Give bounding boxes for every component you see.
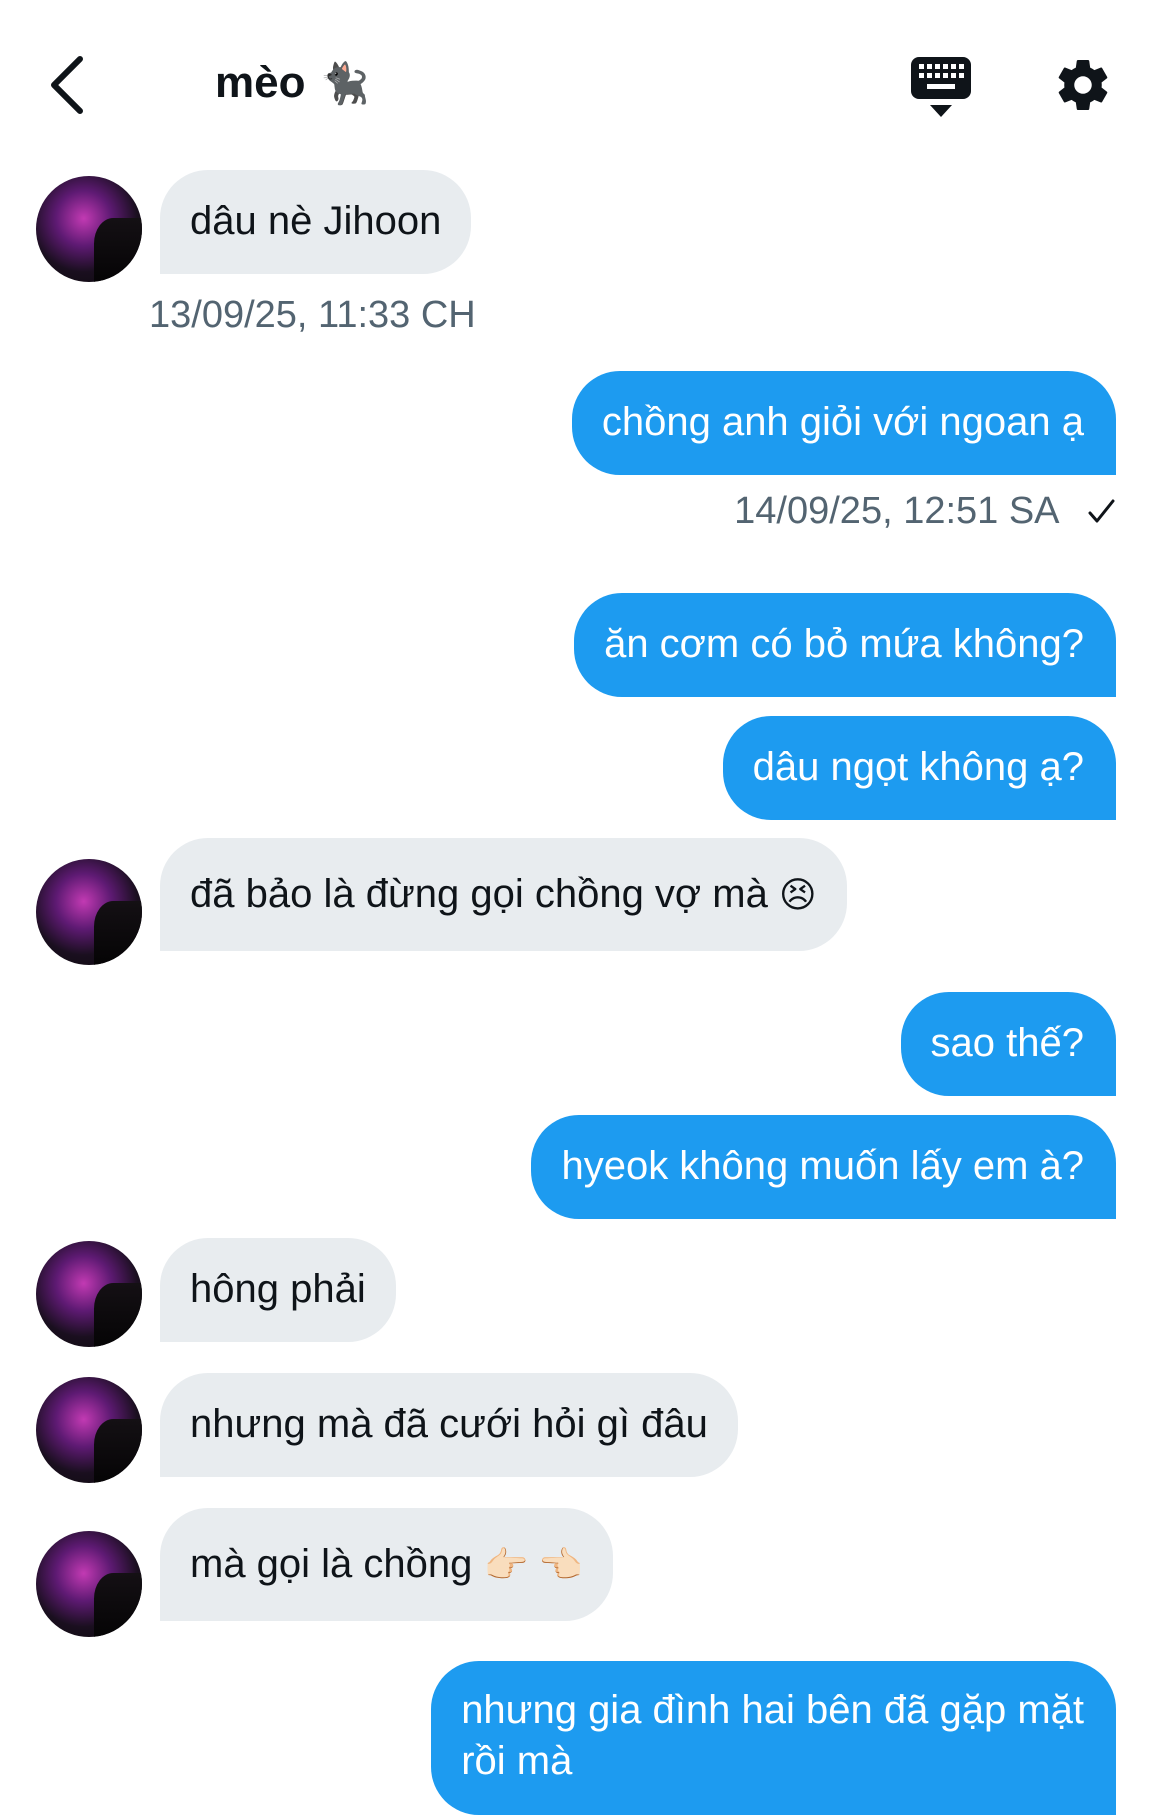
timestamp-text: 14/09/25, 12:51 SA: [734, 490, 1058, 532]
avatar[interactable]: [36, 1241, 142, 1347]
back-button[interactable]: [38, 50, 94, 120]
persevering-face-emoji: 😣: [778, 874, 817, 915]
check-icon: [1088, 499, 1115, 523]
message-timestamp: 13/09/25, 11:33 CH: [149, 294, 476, 336]
message-text: nhưng mà đã cưới hỏi gì đâu: [190, 1402, 708, 1446]
message-text: chồng anh giỏi với ngoan ạ: [601, 400, 1084, 444]
message-text-line-2: rồi mà: [461, 1739, 573, 1783]
message-bubble-outgoing[interactable]: nhưng gia đình hai bên đã gặp mặt rồi mà: [431, 1661, 1116, 1815]
cat-emoji: 🐈‍⬛: [319, 62, 370, 106]
pointing-hands-emoji: 👉🏻 👈🏻: [483, 1544, 584, 1585]
message-bubble-incoming[interactable]: đã bảo là đừng gọi chồng vợ mà 😣: [160, 838, 847, 951]
avatar[interactable]: [36, 859, 142, 965]
message-text: dâu ngọt không ạ?: [752, 745, 1084, 789]
message-bubble-incoming[interactable]: mà gọi là chồng 👉🏻 👈🏻: [160, 1508, 614, 1621]
message-text: hyeok không muốn lấy em à?: [561, 1144, 1084, 1188]
message-timestamp: 14/09/25, 12:51 SA: [734, 490, 1116, 533]
message-bubble-incoming[interactable]: dâu nè Jihoon: [160, 170, 472, 274]
conversation-name: mèo: [215, 58, 306, 107]
avatar[interactable]: [36, 1377, 142, 1483]
message-text: hông phải: [190, 1267, 366, 1311]
message-text: mà gọi là chồng: [190, 1542, 473, 1586]
message-bubble-outgoing[interactable]: hyeok không muốn lấy em à?: [531, 1115, 1116, 1219]
message-bubble-outgoing[interactable]: ăn cơm có bỏ mứa không?: [574, 593, 1116, 697]
message-text: ăn cơm có bỏ mứa không?: [604, 622, 1084, 666]
conversation-title[interactable]: mèo 🐈‍⬛: [215, 58, 369, 108]
keyboard-button[interactable]: [910, 55, 972, 119]
settings-button[interactable]: [1053, 55, 1113, 115]
avatar[interactable]: [36, 1531, 142, 1637]
message-text: dâu nè Jihoon: [190, 199, 442, 243]
avatar[interactable]: [36, 176, 142, 282]
keyboard-icon: [911, 57, 971, 117]
message-bubble-incoming[interactable]: nhưng mà đã cưới hỏi gì đâu: [160, 1373, 738, 1477]
message-text-line-1: nhưng gia đình hai bên đã gặp mặt: [461, 1688, 1084, 1732]
message-bubble-outgoing[interactable]: chồng anh giỏi với ngoan ạ: [571, 371, 1116, 475]
chat-header: mèo 🐈‍⬛: [0, 0, 1170, 160]
message-bubble-outgoing[interactable]: dâu ngọt không ạ?: [722, 716, 1116, 820]
message-bubble-outgoing[interactable]: sao thế?: [900, 992, 1116, 1096]
chevron-left-icon: [51, 56, 83, 114]
message-bubble-incoming[interactable]: hông phải: [160, 1238, 396, 1342]
message-text: đã bảo là đừng gọi chồng vợ mà: [190, 872, 768, 916]
message-text: sao thế?: [930, 1021, 1084, 1065]
gear-icon: [1058, 60, 1108, 110]
